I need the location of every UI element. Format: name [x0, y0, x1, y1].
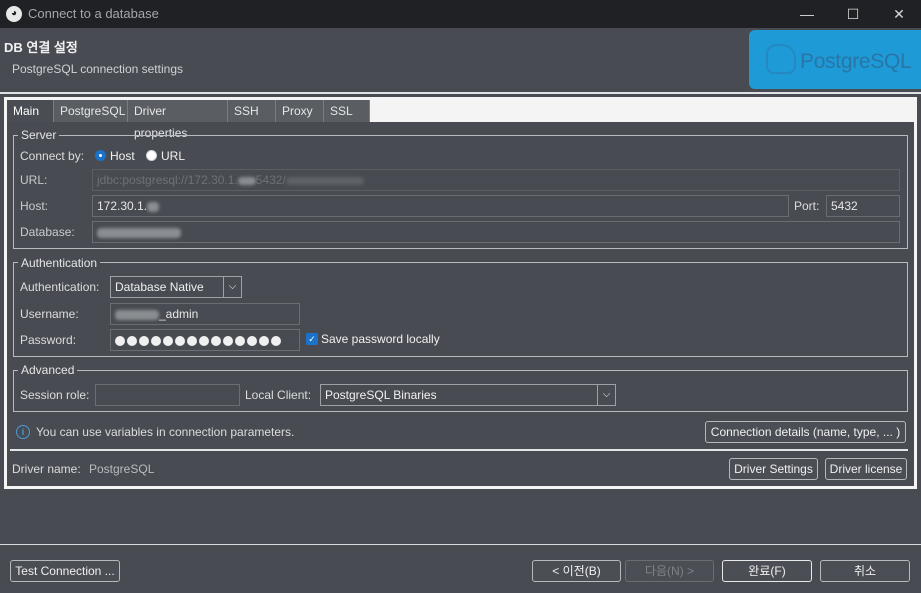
info-icon: i — [16, 425, 30, 439]
driver-license-button[interactable]: Driver license — [825, 458, 907, 480]
tab-ssh[interactable]: SSH — [228, 100, 276, 122]
redacted-db — [285, 176, 364, 185]
save-password-checkbox[interactable]: ✓ — [306, 333, 318, 345]
password-dot — [247, 335, 257, 346]
auth-type-select[interactable]: Database Native ⌵ — [110, 276, 242, 298]
password-dot — [139, 335, 149, 346]
url-label: URL: — [20, 173, 48, 187]
redacted-database — [97, 227, 181, 238]
local-client-value: PostgreSQL Binaries — [325, 388, 437, 402]
driver-settings-button[interactable]: Driver Settings — [729, 458, 818, 480]
password-dot — [163, 335, 173, 346]
tab-ssl[interactable]: SSL — [324, 100, 370, 122]
password-dot — [187, 335, 197, 346]
host-field[interactable]: 172.30.1. — [92, 195, 789, 217]
tab-main[interactable]: Main — [7, 100, 54, 122]
host-label: Host: — [20, 199, 49, 213]
panel-divider — [10, 449, 908, 451]
driver-name-value: PostgreSQL — [89, 462, 155, 476]
session-role-label: Session role: — [20, 388, 90, 402]
port-label: Port: — [794, 199, 820, 213]
radio-url-label[interactable]: URL — [161, 149, 185, 163]
database-field[interactable] — [92, 221, 900, 243]
next-button[interactable]: 다음(N) > — [625, 560, 714, 582]
authentication-legend: Authentication — [18, 256, 101, 270]
advanced-legend: Advanced — [18, 363, 78, 377]
tab-driver-properties[interactable]: Driver properties — [128, 100, 228, 140]
session-role-field[interactable] — [95, 384, 240, 406]
local-client-select[interactable]: PostgreSQL Binaries ⌵ — [320, 384, 616, 406]
dbeaver-icon: ◕ — [6, 6, 22, 22]
password-dot — [127, 335, 137, 346]
connect-by-label: Connect by: — [20, 149, 85, 163]
info-message: You can use variables in connection para… — [36, 425, 295, 439]
database-label: Database: — [20, 225, 75, 239]
finish-button[interactable]: 완료(F) — [722, 560, 812, 582]
logo-text: PostgreSQL — [800, 50, 912, 73]
password-dot — [259, 335, 269, 346]
close-icon[interactable]: ✕ — [876, 0, 921, 28]
save-password-label[interactable]: Save password locally — [321, 332, 440, 346]
redacted-host — [147, 201, 160, 212]
tab-postgresql[interactable]: PostgreSQL — [54, 100, 128, 122]
local-client-label: Local Client: — [245, 388, 312, 402]
back-button[interactable]: < 이전(B) — [532, 560, 621, 582]
password-label: Password: — [20, 333, 77, 347]
redacted-ip — [237, 176, 256, 185]
password-mask — [115, 333, 283, 347]
port-field[interactable]: 5432 — [826, 195, 900, 217]
driver-name-label: Driver name: — [12, 462, 81, 476]
header-divider — [0, 92, 921, 94]
minimize-icon[interactable]: — — [784, 0, 830, 28]
auth-type-value: Database Native — [115, 280, 204, 294]
password-dot — [151, 335, 161, 346]
password-field[interactable] — [110, 329, 300, 351]
host-value: 172.30.1. — [97, 199, 148, 213]
page-subtitle: PostgreSQL connection settings — [12, 62, 183, 76]
chevron-down-icon: ⌵ — [223, 277, 241, 297]
password-dot — [223, 335, 233, 346]
maximize-icon[interactable]: ☐ — [830, 0, 876, 28]
password-dot — [211, 335, 221, 346]
chevron-down-icon: ⌵ — [597, 385, 615, 405]
password-dot — [235, 335, 245, 346]
redacted-username — [115, 309, 159, 320]
footer-divider — [0, 544, 921, 545]
radio-host[interactable] — [95, 150, 106, 161]
cancel-button[interactable]: 취소 — [820, 560, 910, 582]
window-title: Connect to a database — [28, 6, 159, 21]
username-suffix: _admin — [159, 307, 199, 321]
username-field[interactable]: _admin — [110, 303, 300, 325]
radio-host-label[interactable]: Host — [110, 149, 135, 163]
tab-proxy[interactable]: Proxy — [276, 100, 324, 122]
auth-type-label: Authentication: — [20, 280, 100, 294]
url-field[interactable]: jdbc:postgresql://172.30.1. 5432/ — [92, 169, 900, 191]
page-title: DB 연결 설정 — [4, 40, 78, 55]
server-legend: Server — [18, 128, 60, 142]
password-dot — [199, 335, 209, 346]
radio-url[interactable] — [146, 150, 157, 161]
password-dot — [175, 335, 185, 346]
username-label: Username: — [20, 307, 79, 321]
elephant-icon — [766, 44, 796, 74]
url-prefix: jdbc:postgresql://172.30.1. — [97, 173, 238, 187]
test-connection-button[interactable]: Test Connection ... — [10, 560, 120, 582]
password-dot — [271, 335, 281, 346]
connection-details-button[interactable]: Connection details (name, type, ... ) — [705, 421, 906, 443]
password-dot — [115, 335, 125, 346]
url-mid: 5432/ — [255, 173, 286, 187]
